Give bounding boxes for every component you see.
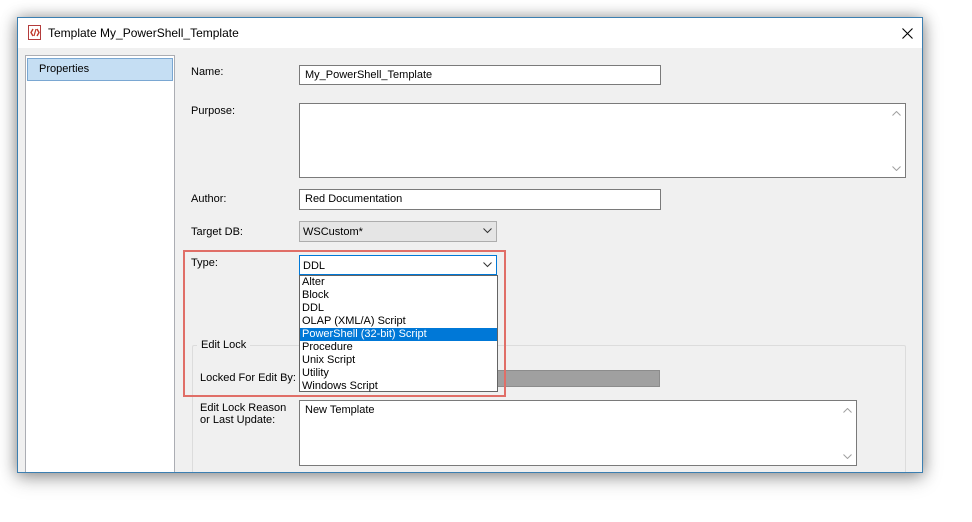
scroll-up-icon[interactable] bbox=[889, 106, 904, 120]
author-field[interactable]: Red Documentation bbox=[299, 189, 661, 210]
type-option-powershell[interactable]: PowerShell (32-bit) Script bbox=[300, 328, 497, 341]
target-db-value: WSCustom* bbox=[303, 226, 363, 238]
type-option-ddl[interactable]: DDL bbox=[300, 302, 497, 315]
close-button[interactable] bbox=[892, 18, 922, 48]
title-bar: Template My_PowerShell_Template bbox=[18, 18, 922, 48]
sidebar: Properties bbox=[25, 55, 175, 472]
type-dropdown-list: Alter Block DDL OLAP (XML/A) Script Powe… bbox=[299, 275, 498, 392]
reason-label-line2: or Last Update: bbox=[200, 414, 276, 426]
locked-for-label: Locked For Edit By: bbox=[200, 372, 296, 384]
sidebar-item-properties[interactable]: Properties bbox=[27, 58, 173, 81]
sidebar-item-label: Properties bbox=[39, 63, 90, 75]
author-label: Author: bbox=[191, 193, 227, 205]
chevron-down-icon bbox=[483, 228, 492, 234]
purpose-field[interactable] bbox=[299, 103, 906, 178]
purpose-scrollbar[interactable] bbox=[889, 105, 904, 176]
reason-label-line1: Edit Lock Reason bbox=[200, 402, 287, 414]
edit-lock-title: Edit Lock bbox=[197, 339, 251, 351]
template-dialog: Template My_PowerShell_Template Properti… bbox=[17, 17, 923, 473]
type-select[interactable]: DDL bbox=[299, 255, 497, 275]
target-db-select[interactable]: WSCustom* bbox=[299, 221, 497, 242]
scroll-down-icon[interactable] bbox=[889, 161, 904, 175]
type-label: Type: bbox=[191, 257, 218, 269]
type-option-unix-script[interactable]: Unix Script bbox=[300, 354, 497, 367]
scroll-down-icon[interactable] bbox=[840, 449, 855, 463]
purpose-label: Purpose: bbox=[191, 105, 236, 117]
target-db-label: Target DB: bbox=[191, 226, 243, 238]
type-option-block[interactable]: Block bbox=[300, 289, 497, 302]
type-option-olap[interactable]: OLAP (XML/A) Script bbox=[300, 315, 497, 328]
edit-lock-reason-value: New Template bbox=[305, 404, 375, 416]
type-option-windows-script[interactable]: Windows Script bbox=[300, 380, 497, 393]
type-option-alter[interactable]: Alter bbox=[300, 276, 497, 289]
type-value: DDL bbox=[303, 260, 326, 272]
template-icon bbox=[28, 25, 41, 40]
reason-scrollbar[interactable] bbox=[840, 402, 855, 464]
type-option-utility[interactable]: Utility bbox=[300, 367, 497, 380]
name-field[interactable]: My_PowerShell_Template bbox=[299, 65, 661, 85]
close-icon[interactable] bbox=[901, 27, 913, 39]
type-option-procedure[interactable]: Procedure bbox=[300, 341, 497, 354]
name-label: Name: bbox=[191, 66, 224, 78]
window-title: Template My_PowerShell_Template bbox=[48, 26, 239, 40]
scroll-up-icon[interactable] bbox=[840, 403, 855, 417]
chevron-down-icon bbox=[483, 262, 492, 268]
edit-lock-reason-field[interactable]: New Template bbox=[299, 400, 857, 466]
locked-for-field bbox=[497, 370, 660, 387]
